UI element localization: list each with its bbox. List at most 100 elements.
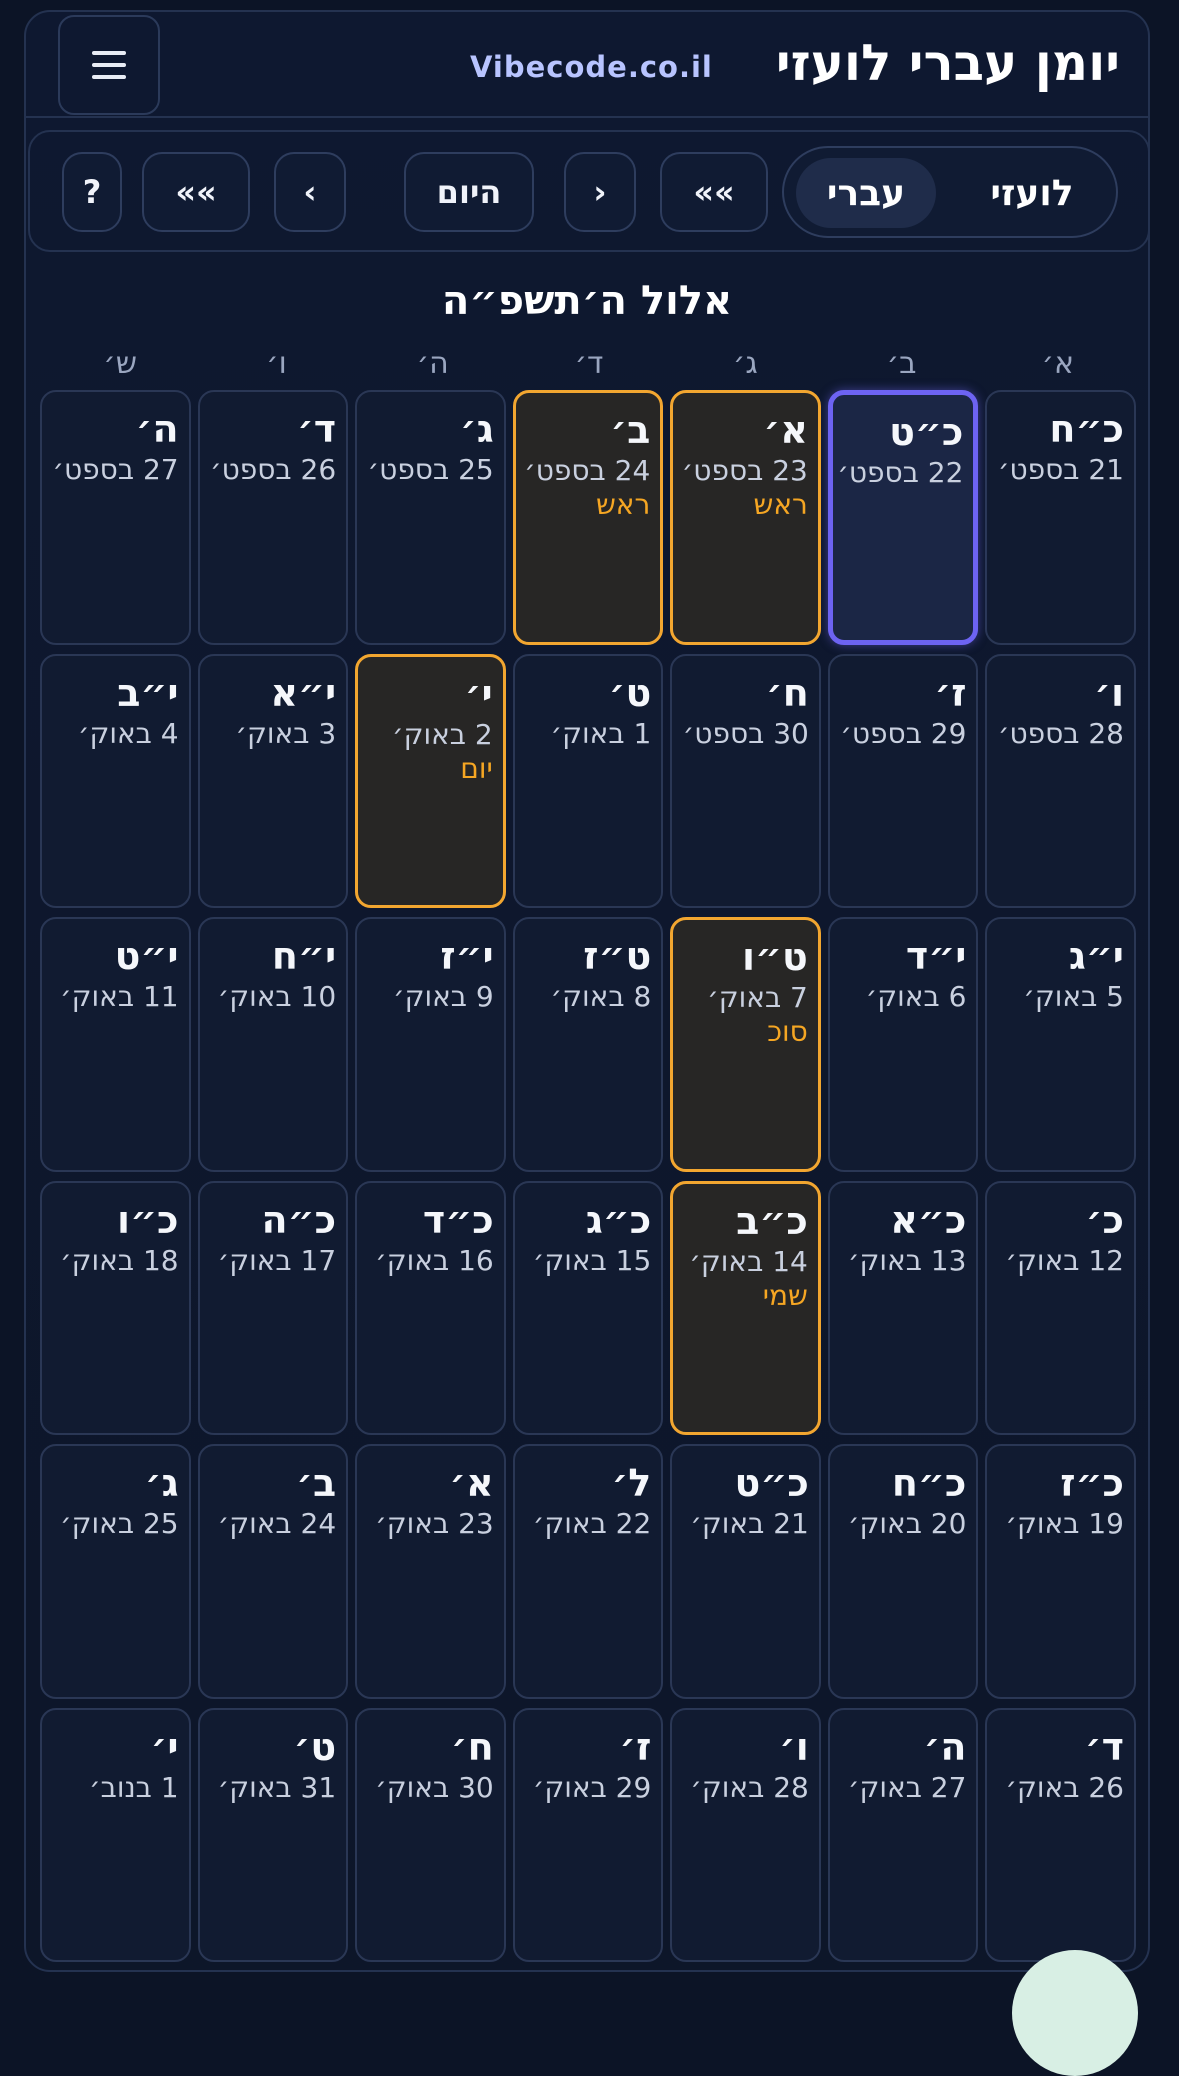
floating-action-button[interactable] — [1012, 1950, 1138, 2076]
gregorian-date: 12 באוק׳ — [1005, 1243, 1124, 1277]
calendar-mode-toggle: עברי לועזי — [782, 146, 1118, 238]
hebrew-date: י׳ — [464, 671, 493, 716]
day-cell[interactable]: י״ב 4 באוק׳ — [40, 653, 191, 908]
day-cell[interactable]: כ״ד 16 באוק׳ — [355, 1180, 506, 1435]
day-cell[interactable]: ז׳ 29 באוק׳ — [512, 1707, 664, 1962]
gregorian-date: 10 באוק׳ — [217, 980, 337, 1013]
day-cell[interactable]: ג׳ 25 באוק׳ — [40, 1444, 191, 1699]
gregorian-date: 14 באוק׳ — [689, 1244, 808, 1278]
hebrew-date: ד׳ — [1084, 1724, 1124, 1769]
day-cell[interactable]: ח׳ 30 בספט׳ — [670, 653, 821, 908]
gregorian-date: 11 באוק׳ — [60, 980, 179, 1013]
day-cell-holiday[interactable]: י׳ 2 באוק׳ יום — [355, 653, 506, 908]
weekday-label: ד׳ — [574, 346, 604, 381]
gregorian-date: 21 בספט׳ — [997, 453, 1124, 486]
hebrew-date: י״ד — [905, 934, 967, 978]
day-cell[interactable]: כ״ח 20 באוק׳ — [827, 1444, 979, 1699]
day-cell[interactable]: כ׳ 12 באוק׳ — [985, 1180, 1136, 1435]
day-cell[interactable]: י׳ 1 בנוב׳ — [40, 1707, 191, 1962]
hebrew-date: ג׳ — [144, 1461, 179, 1505]
day-cell[interactable]: כ״א 13 באוק׳ — [827, 1180, 979, 1435]
day-cell[interactable]: ה׳ 27 באוק׳ — [827, 1707, 979, 1962]
gregorian-date: 8 באוק׳ — [550, 980, 652, 1013]
gregorian-date: 24 בספט׳ — [524, 454, 651, 487]
gregorian-date: 1 בנוב׳ — [89, 1770, 179, 1804]
hebrew-date: ב׳ — [610, 408, 651, 452]
mode-gregorian-option[interactable]: לועזי — [962, 158, 1102, 228]
gregorian-date: 23 בספט׳ — [681, 454, 808, 487]
day-cell[interactable]: ז׳ 29 בספט׳ — [827, 653, 979, 908]
calendar-grid: כ״ח 21 בספט׳ כ״ט 22 בספט׳ א׳ 23 בספט׳ ראש ב׳ 24 … — [40, 390, 1136, 1962]
gregorian-date: 18 באוק׳ — [60, 1243, 179, 1277]
gregorian-date: 28 בספט׳ — [997, 716, 1124, 750]
day-cell[interactable]: כ״ה 17 באוק׳ — [197, 1180, 349, 1435]
day-cell[interactable]: י״א 3 באוק׳ — [197, 653, 349, 908]
hebrew-date: כ״ה — [261, 1197, 337, 1242]
day-cell[interactable]: ט׳ 1 באוק׳ — [512, 653, 664, 908]
calendar-app: Vibecode.co.il יומן עברי לועזי ? »» › הי… — [24, 10, 1150, 1972]
day-cell[interactable]: א׳ 23 באוק׳ — [355, 1444, 506, 1699]
today-button[interactable]: היום — [404, 152, 534, 232]
day-cell[interactable]: כ״ז 19 באוק׳ — [985, 1444, 1136, 1699]
day-cell-holiday[interactable]: ט״ו 7 באוק׳ סוכ — [670, 917, 821, 1172]
day-cell[interactable]: ט״ז 8 באוק׳ — [512, 917, 664, 1172]
gregorian-date: 22 בספט׳ — [837, 456, 964, 489]
help-button[interactable]: ? — [62, 152, 122, 232]
hebrew-date: י״ח — [271, 934, 337, 978]
gregorian-date: 1 באוק׳ — [550, 716, 652, 750]
hebrew-date: כ״ז — [1060, 1461, 1124, 1505]
day-cell-holiday[interactable]: כ״ב 14 באוק׳ שמי — [670, 1180, 821, 1435]
app-header: Vibecode.co.il יומן עברי לועזי — [26, 12, 1148, 118]
day-cell[interactable]: י״ז 9 באוק׳ — [355, 917, 506, 1172]
app-title: יומן עברי לועזי — [775, 34, 1120, 92]
weekday-header: א׳ ב׳ ג׳ ד׳ ה׳ ו׳ ש׳ — [42, 346, 1136, 390]
gregorian-date: 26 באוק׳ — [1005, 1770, 1124, 1804]
day-cell[interactable]: י״ח 10 באוק׳ — [197, 917, 349, 1172]
day-cell-today[interactable]: כ״ט 22 בספט׳ — [827, 390, 979, 645]
day-cell[interactable]: י״ד 6 באוק׳ — [827, 917, 979, 1172]
day-cell[interactable]: ו׳ 28 באוק׳ — [670, 1707, 821, 1962]
day-cell[interactable]: כ״ח 21 בספט׳ — [985, 390, 1136, 645]
gregorian-date: 5 באוק׳ — [1023, 980, 1124, 1013]
day-cell[interactable]: ח׳ 30 באוק׳ — [355, 1707, 506, 1962]
day-cell[interactable]: ד׳ 26 בספט׳ — [197, 390, 349, 645]
day-cell[interactable]: ב׳ 24 באוק׳ — [197, 1444, 349, 1699]
holiday-label: יום — [460, 751, 493, 785]
menu-button[interactable] — [58, 15, 160, 115]
day-cell[interactable]: י״ט 11 באוק׳ — [40, 917, 191, 1172]
mode-hebrew-option[interactable]: עברי — [796, 158, 936, 228]
hebrew-date: א׳ — [763, 408, 808, 452]
weekday-label: ו׳ — [266, 346, 287, 381]
day-cell[interactable]: ו׳ 28 בספט׳ — [985, 653, 1136, 908]
prev-year-button[interactable]: »» — [142, 152, 250, 232]
hebrew-date: ח׳ — [450, 1724, 494, 1769]
day-cell[interactable]: י״ג 5 באוק׳ — [985, 917, 1136, 1172]
hebrew-date: א׳ — [449, 1461, 494, 1505]
day-cell-holiday[interactable]: א׳ 23 בספט׳ ראש — [670, 390, 821, 645]
gregorian-date: 27 בספט׳ — [52, 453, 179, 486]
day-cell[interactable]: ד׳ 26 באוק׳ — [985, 1707, 1136, 1962]
weekday-label: ש׳ — [103, 346, 138, 381]
day-cell[interactable]: כ״ט 21 באוק׳ — [670, 1444, 821, 1699]
day-cell[interactable]: ג׳ 25 בספט׳ — [355, 390, 506, 645]
gregorian-date: 30 באוק׳ — [375, 1770, 494, 1804]
day-cell[interactable]: כ״ג 15 באוק׳ — [512, 1180, 664, 1435]
gregorian-date: 27 באוק׳ — [847, 1770, 967, 1804]
hebrew-date: ו׳ — [1094, 670, 1124, 715]
day-cell[interactable]: כ״ו 18 באוק׳ — [40, 1180, 191, 1435]
gregorian-date: 28 באוק׳ — [690, 1770, 809, 1804]
hebrew-date: י״ב — [117, 670, 179, 715]
site-label[interactable]: Vibecode.co.il — [470, 50, 713, 84]
next-month-button[interactable]: › — [274, 152, 346, 232]
day-cell-holiday[interactable]: ב׳ 24 בספט׳ ראש — [512, 390, 664, 645]
prev-month-button[interactable]: ‹ — [564, 152, 636, 232]
day-cell[interactable]: ה׳ 27 בספט׳ — [40, 390, 191, 645]
hebrew-date: ד׳ — [296, 407, 337, 451]
gregorian-date: 2 באוק׳ — [391, 717, 493, 751]
gregorian-date: 25 בספט׳ — [367, 453, 494, 486]
weekday-label: ג׳ — [732, 346, 758, 381]
next-year-button[interactable]: »» — [660, 152, 768, 232]
day-cell[interactable]: ל׳ 22 באוק׳ — [512, 1444, 664, 1699]
gregorian-date: 17 באוק׳ — [217, 1243, 337, 1277]
day-cell[interactable]: ט׳ 31 באוק׳ — [197, 1707, 349, 1962]
